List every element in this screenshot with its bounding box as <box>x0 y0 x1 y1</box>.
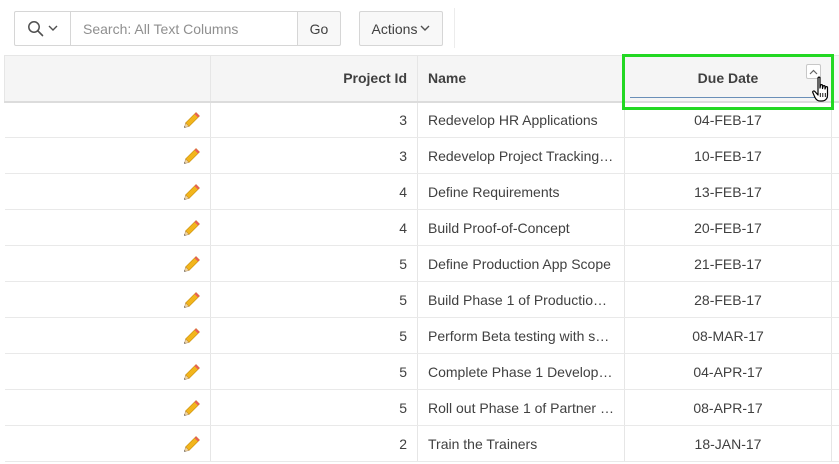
row-edit-cell <box>4 137 211 174</box>
table-row: 5 Roll out Phase 1 of Partner Po... 08-APR… <box>4 389 839 426</box>
name-cell: Redevelop HR Applications <box>417 101 625 138</box>
search-input[interactable] <box>71 11 297 46</box>
overflow-cell <box>831 389 839 426</box>
project-id-cell: 5 <box>210 389 418 426</box>
row-edit-cell <box>4 209 211 246</box>
report-toolbar: Go Actions <box>0 0 839 56</box>
pencil-icon[interactable] <box>183 254 201 272</box>
project-id-cell: 5 <box>210 281 418 318</box>
project-id-cell: 5 <box>210 317 418 354</box>
project-id-cell: 3 <box>210 101 418 138</box>
overflow-cell <box>831 353 839 390</box>
name-cell: Define Requirements <box>417 173 625 210</box>
search-column-selector[interactable] <box>14 11 71 46</box>
due-date-cell: 04-APR-17 <box>624 353 832 390</box>
actions-menu-button[interactable]: Actions <box>359 11 443 46</box>
pencil-icon[interactable] <box>183 362 201 380</box>
table-row: 4 Define Requirements 13-FEB-17 <box>4 173 839 210</box>
highlight-box <box>622 54 834 110</box>
search-bar: Go <box>14 11 341 46</box>
row-edit-cell <box>4 281 211 318</box>
pencil-icon[interactable] <box>183 218 201 236</box>
due-date-cell: 28-FEB-17 <box>624 281 832 318</box>
project-id-cell: 5 <box>210 353 418 390</box>
pencil-icon[interactable] <box>183 146 201 164</box>
toolbar-divider <box>454 8 455 48</box>
pencil-icon[interactable] <box>183 290 201 308</box>
due-date-cell: 10-FEB-17 <box>624 137 832 174</box>
pencil-icon[interactable] <box>183 434 201 452</box>
due-date-cell: 08-APR-17 <box>624 389 832 426</box>
name-cell: Build Proof-of-Concept <box>417 209 625 246</box>
table-row: 5 Build Phase 1 of Production P... 28-FEB-… <box>4 281 839 318</box>
hand-pointer-icon <box>812 76 829 102</box>
overflow-cell <box>831 425 839 462</box>
actions-label: Actions <box>371 20 418 37</box>
header-project-id[interactable]: Project Id <box>210 55 418 103</box>
project-id-cell: 3 <box>210 137 418 174</box>
project-id-cell: 4 <box>210 173 418 210</box>
row-edit-cell <box>4 425 211 462</box>
overflow-cell <box>831 137 839 174</box>
name-cell: Complete Phase 1 Developme... <box>417 353 625 390</box>
table-row: 5 Complete Phase 1 Developme... 04-APR-17 <box>4 353 839 390</box>
name-cell: Roll out Phase 1 of Partner Po... <box>417 389 625 426</box>
overflow-cell <box>831 281 839 318</box>
header-edit-column <box>4 55 211 103</box>
search-icon <box>28 21 44 37</box>
pencil-icon[interactable] <box>183 398 201 416</box>
pencil-icon[interactable] <box>183 111 201 128</box>
table-row: 2 Train the Trainers 18-JAN-17 <box>4 425 839 462</box>
due-date-cell: 20-FEB-17 <box>624 209 832 246</box>
overflow-cell <box>831 245 839 282</box>
name-cell: Define Production App Scope <box>417 245 625 282</box>
due-date-cell: 18-JAN-17 <box>624 425 832 462</box>
name-cell: Build Phase 1 of Production P... <box>417 281 625 318</box>
row-edit-cell <box>4 245 211 282</box>
go-button[interactable]: Go <box>297 11 341 46</box>
overflow-cell <box>831 317 839 354</box>
header-name[interactable]: Name <box>417 55 625 103</box>
name-cell: Redevelop Project Tracking A... <box>417 137 625 174</box>
name-cell: Train the Trainers <box>417 425 625 462</box>
due-date-cell: 21-FEB-17 <box>624 245 832 282</box>
due-date-cell: 08-MAR-17 <box>624 317 832 354</box>
table-row: 5 Perform Beta testing with sele... 08-MAR… <box>4 317 839 354</box>
row-edit-cell <box>4 317 211 354</box>
row-edit-cell <box>4 173 211 210</box>
row-edit-cell <box>4 389 211 426</box>
name-cell: Perform Beta testing with sele... <box>417 317 625 354</box>
chevron-down-icon <box>420 25 430 31</box>
project-id-cell: 4 <box>210 209 418 246</box>
pencil-icon[interactable] <box>183 182 201 200</box>
overflow-cell <box>831 173 839 210</box>
report-grid: Project Id Name Due Date 3 Redevelop HR A… <box>4 55 839 462</box>
project-id-cell: 2 <box>210 425 418 462</box>
table-row: 4 Build Proof-of-Concept 20-FEB-17 <box>4 209 839 246</box>
table-row: 3 Redevelop Project Tracking A... 10-FEB-1… <box>4 137 839 174</box>
project-id-cell: 5 <box>210 245 418 282</box>
table-row: 5 Define Production App Scope 21-FEB-17 <box>4 245 839 282</box>
due-date-cell: 13-FEB-17 <box>624 173 832 210</box>
row-edit-cell <box>4 101 211 138</box>
chevron-down-icon <box>48 25 58 31</box>
overflow-cell <box>831 209 839 246</box>
row-edit-cell <box>4 353 211 390</box>
pencil-icon[interactable] <box>183 326 201 344</box>
